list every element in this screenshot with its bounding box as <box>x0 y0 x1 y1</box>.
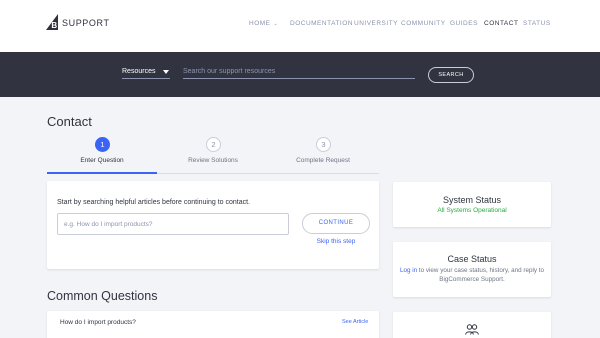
system-status-title: System Status <box>442 195 502 205</box>
search-button[interactable]: SEARCH <box>428 67 474 83</box>
nav-guides[interactable]: GUIDES <box>450 20 478 27</box>
step-1-label: Enter Question <box>80 157 124 164</box>
continue-button[interactable]: CONTINUE <box>302 213 370 234</box>
nav-university[interactable]: UNIVERSITY <box>354 20 398 27</box>
system-status-value[interactable]: All Systems Operational <box>394 207 550 214</box>
skip-step-link[interactable]: Skip this step <box>302 238 370 245</box>
step-1-circle[interactable]: 1 <box>95 137 110 152</box>
bigcommerce-logo-icon[interactable]: B <box>46 14 58 30</box>
nav-contact[interactable]: CONTACT <box>484 20 518 27</box>
question-item[interactable]: How do I import products? <box>60 319 136 326</box>
common-questions-title: Common Questions <box>47 289 158 303</box>
step-3-circle[interactable]: 3 <box>316 137 331 152</box>
log-in-link[interactable]: Log in <box>400 267 417 274</box>
svg-text:B: B <box>51 21 57 30</box>
step-2-circle[interactable]: 2 <box>206 137 221 152</box>
nav-documentation[interactable]: DOCUMENTATION <box>290 20 353 27</box>
stepper-progress <box>47 172 157 174</box>
step-2-label: Review Solutions <box>188 157 238 164</box>
top-navigation: B SUPPORT HOME ⌄ DOCUMENTATION UNIVERSITY… <box>0 0 600 52</box>
people-icon <box>465 324 479 335</box>
question-intro: Start by searching helpful articles befo… <box>57 199 250 206</box>
nav-home[interactable]: HOME ⌄ <box>249 20 278 27</box>
page-title: Contact <box>47 114 92 129</box>
see-article-link[interactable]: See Article <box>342 319 368 325</box>
question-input[interactable]: e.g. How do I import products? <box>57 213 289 235</box>
case-status-title: Case Status <box>447 254 497 264</box>
nav-status[interactable]: STATUS <box>523 20 551 27</box>
case-status-description: to view your case status, history, and r… <box>417 267 545 283</box>
step-3-label: Complete Request <box>296 157 350 164</box>
nav-home-label: HOME <box>249 20 271 27</box>
search-input[interactable]: Search our support resources <box>183 68 415 79</box>
case-status-text: Log in to view your case status, history… <box>397 266 547 284</box>
brand-name[interactable]: SUPPORT <box>62 18 110 28</box>
chevron-down-icon: ⌄ <box>273 21 279 27</box>
nav-community[interactable]: COMMUNITY <box>401 20 446 27</box>
caret-down-icon[interactable] <box>163 70 169 74</box>
